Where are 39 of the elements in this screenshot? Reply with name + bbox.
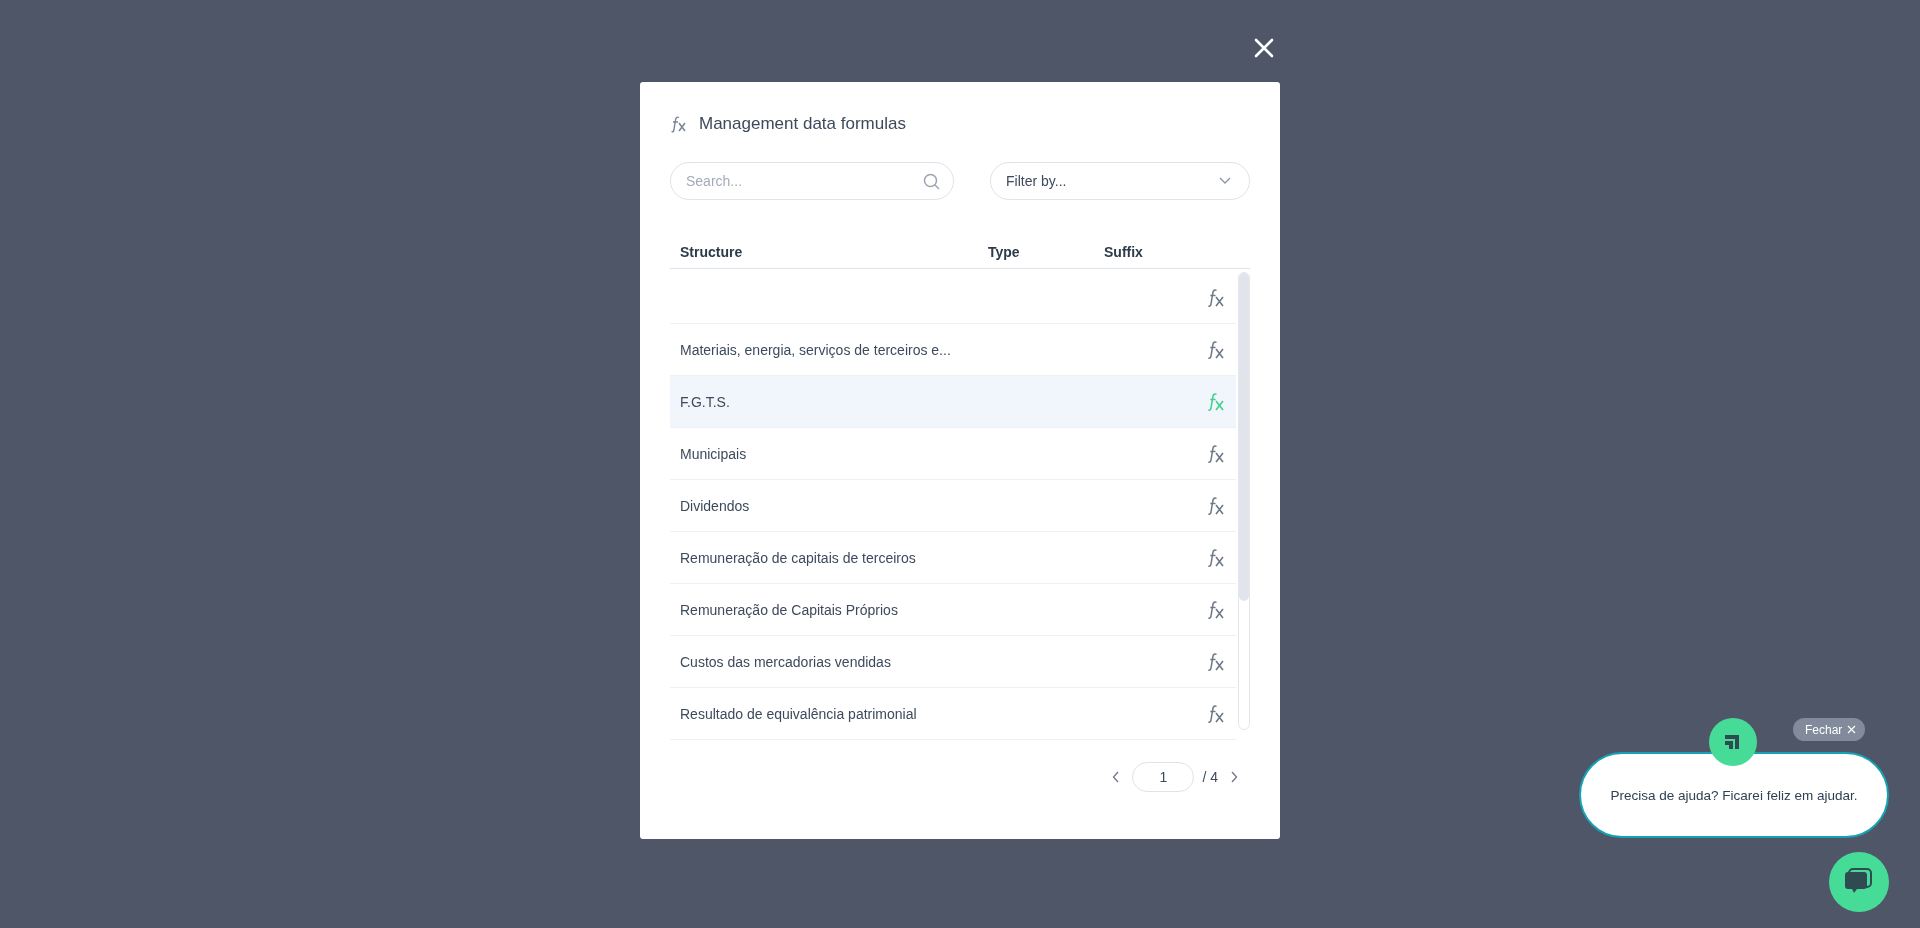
function-icon[interactable] <box>1207 599 1225 620</box>
function-icon[interactable] <box>1207 547 1225 568</box>
function-icon[interactable] <box>1207 339 1225 360</box>
search-field[interactable]: Search... <box>670 162 954 200</box>
structure-cell: Remuneração de Capitais Próprios <box>680 601 898 618</box>
table-row[interactable]: Resultado de equivalência patrimonial <box>670 688 1236 740</box>
column-header: Suffix <box>1104 244 1143 262</box>
page-number-field[interactable]: 1 <box>1132 762 1195 792</box>
chevron-right-icon <box>1230 771 1238 783</box>
chevron-down-icon <box>1219 177 1231 185</box>
chevron-left-icon <box>1112 771 1121 783</box>
table-row[interactable]: Custos das mercadorias vendidas <box>670 636 1236 688</box>
function-icon[interactable] <box>1207 703 1225 724</box>
structure-cell: Custos das mercadorias vendidas <box>680 653 891 670</box>
close-icon[interactable] <box>1252 36 1276 60</box>
function-icon[interactable] <box>1207 651 1225 672</box>
structure-cell: Materiais, energia, serviços de terceiros e... <box>680 341 951 358</box>
table-row[interactable]: Municipais <box>670 428 1236 480</box>
function-icon[interactable] <box>1207 443 1225 464</box>
table-row[interactable]: F.G.T.S. <box>670 376 1236 428</box>
table-row[interactable]: Remuneração de Capitais Próprios <box>670 584 1236 636</box>
scrollbar[interactable] <box>1238 272 1250 730</box>
structure-cell: Dividendos <box>680 497 750 514</box>
table-row[interactable]: Remuneração de capitais de terceiros <box>670 532 1236 584</box>
chat-prompt-message: Precisa de ajuda? Ficarei feliz em ajudar. <box>1610 787 1858 803</box>
structure-cell: Remuneração de capitais de terceiros <box>680 549 916 566</box>
function-icon <box>670 115 688 133</box>
structure-cell: Resultado de equivalência patrimonial <box>680 705 917 722</box>
table-row[interactable]: Dividendos <box>670 480 1236 532</box>
structure-cell: Municipais <box>680 445 747 462</box>
column-header: Structure <box>680 244 744 262</box>
search-icon <box>923 173 940 190</box>
function-icon[interactable] <box>1207 287 1225 308</box>
function-icon[interactable] <box>1207 495 1225 516</box>
structure-cell: F.G.T.S. <box>680 393 730 410</box>
close-icon <box>1847 725 1857 734</box>
page-total: / 4 <box>1202 769 1218 785</box>
column-header: Type <box>988 244 1021 262</box>
dialog-title: Management data formulas <box>699 114 906 134</box>
